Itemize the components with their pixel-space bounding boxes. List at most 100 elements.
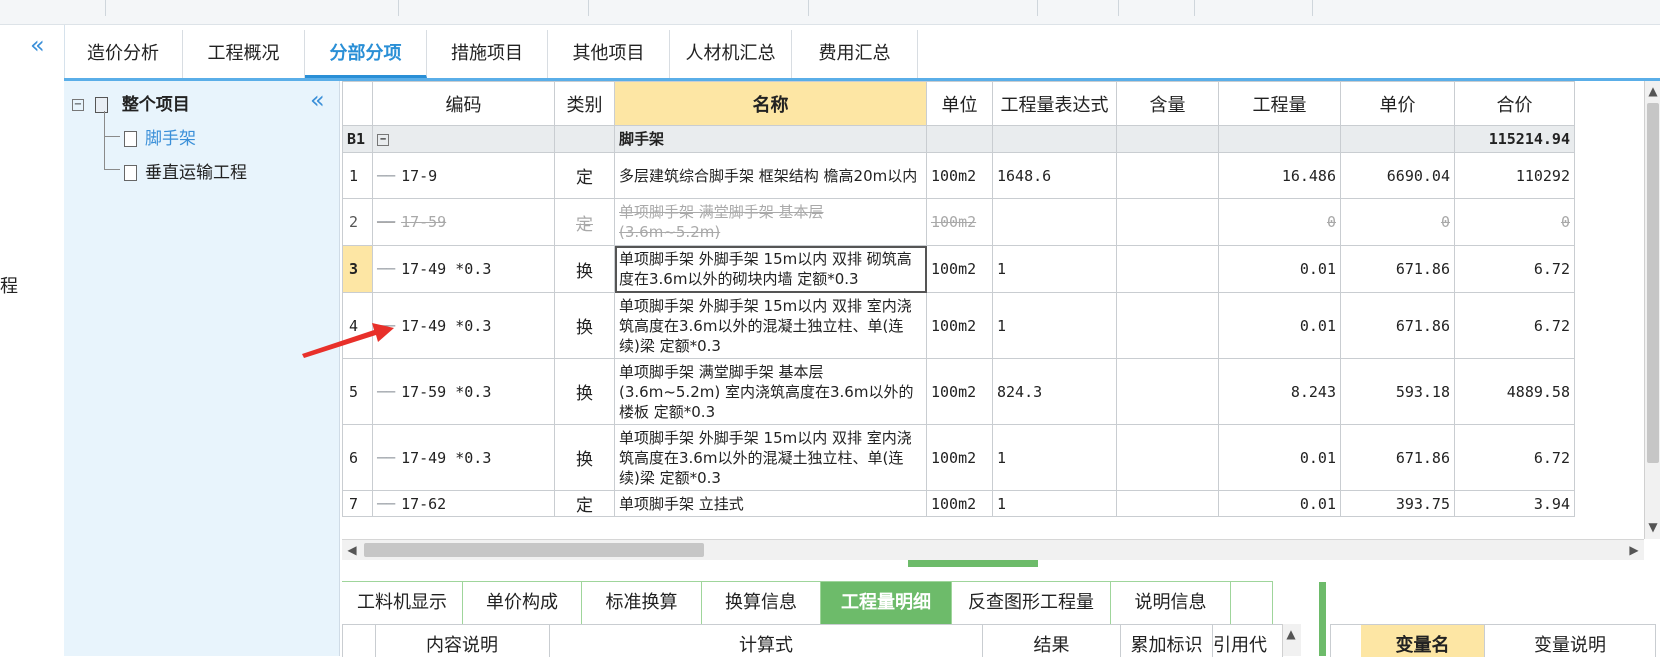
table-row[interactable]: 1 ── 17-9 定 多层建筑综合脚手架 框架结构 檐高20m以内 100m2 … — [342, 152, 1575, 199]
group-toggle[interactable]: − — [372, 125, 555, 153]
arrow-shape — [302, 323, 394, 358]
item-unit: 100m2 — [926, 424, 993, 491]
item-quantity: 0.01 — [1218, 292, 1341, 359]
col-header-name[interactable]: 名称 — [614, 81, 927, 126]
group-row[interactable]: B1 − 脚手架 115214.94 — [342, 125, 1575, 153]
col-header-formula[interactable]: 计算式 — [550, 624, 983, 657]
item-content[interactable] — [1116, 292, 1219, 359]
top-strip — [0, 0, 1660, 25]
tab-quantity-details[interactable]: 工程量明细 — [821, 582, 952, 624]
col-header-code[interactable]: 编码 — [372, 81, 555, 126]
tab-labor-material-display[interactable]: 工料机显示 — [342, 582, 463, 624]
item-price: 6690.04 — [1340, 152, 1455, 199]
table-row[interactable]: 7 ── 17-62 定 单项脚手架 立挂式 100m2 1 0.01 393.7… — [342, 490, 1575, 517]
col-header-content-desc[interactable]: 内容说明 — [375, 624, 550, 657]
item-expression[interactable]: 1 — [992, 245, 1117, 293]
bottom-splitter[interactable] — [1319, 582, 1326, 656]
col-header-reference[interactable]: 引用代 — [1213, 624, 1283, 657]
col-header-unit[interactable]: 单位 — [926, 81, 993, 126]
tab-cost-analysis[interactable]: 造价分析 — [64, 30, 183, 78]
item-quantity: 16.486 — [1218, 152, 1341, 199]
item-name[interactable]: 单项脚手架 外脚手架 15m以内 双排 室内浇筑高度在3.6m以外的混凝土独立柱… — [614, 292, 927, 359]
table-row-selected[interactable]: 3 ── 17-49 *0.3 换 单项脚手架 外脚手架 15m以内 双排 砌筑高… — [342, 245, 1575, 293]
quantity-detail-grid: 内容说明 计算式 结果 累加标识 引用代 — [342, 624, 1302, 657]
bottom-tab-bar: 工料机显示 单价构成 标准换算 换算信息 工程量明细 反查图形工程量 说明信息 — [342, 581, 1273, 625]
table-row[interactable]: 5 ── 17-59 *0.3 换 单项脚手架 满堂脚手架 基本层(3.6m~5.… — [342, 358, 1575, 425]
scroll-up-icon[interactable]: ▲ — [1283, 626, 1299, 642]
item-content[interactable] — [1116, 198, 1219, 246]
scroll-thumb[interactable] — [364, 543, 704, 557]
project-icon — [95, 97, 109, 113]
scroll-down-icon[interactable]: ▼ — [1645, 519, 1660, 535]
tree-item-vertical-transport[interactable]: 垂直运输工程 — [124, 158, 247, 183]
item-content[interactable] — [1116, 152, 1219, 199]
item-unit: 100m2 — [926, 490, 993, 517]
bottom-vertical-scrollbar[interactable]: ▲ — [1282, 624, 1301, 656]
item-unit: 100m2 — [926, 358, 993, 425]
scroll-up-icon[interactable]: ▲ — [1645, 83, 1660, 99]
item-expression[interactable] — [992, 198, 1117, 246]
col-header-variable-desc[interactable]: 变量说明 — [1485, 624, 1656, 657]
table-row[interactable]: 4 ── 17-49 *0.3 换 单项脚手架 外脚手架 15m以内 双排 室内浇… — [342, 292, 1575, 359]
item-code: 17-49 *0.3 — [401, 316, 492, 335]
scroll-right-icon[interactable]: ▶ — [1626, 542, 1642, 558]
grid-vertical-scrollbar[interactable]: ▲ ▼ — [1644, 81, 1660, 539]
item-name[interactable]: 单项脚手架 满堂脚手架 基本层(3.6m~5.2m) 室内浇筑高度在3.6m以外… — [614, 358, 927, 425]
col-header-content[interactable]: 含量 — [1116, 81, 1219, 126]
tab-standard-conversion[interactable]: 标准换算 — [582, 582, 702, 624]
item-code: 17-59 *0.3 — [401, 382, 492, 401]
panel-splitter[interactable] — [908, 560, 1038, 567]
document-icon — [124, 131, 137, 147]
tab-other-items[interactable]: 其他项目 — [548, 30, 670, 78]
variable-grid: 变量名 变量说明 — [1330, 624, 1660, 657]
item-quantity: 0.01 — [1218, 490, 1341, 517]
collapse-left-icon[interactable]: « — [30, 33, 45, 57]
tab-measures[interactable]: 措施项目 — [427, 30, 548, 78]
scroll-thumb[interactable] — [1647, 103, 1659, 463]
item-total: 110292 — [1454, 152, 1575, 199]
item-content[interactable] — [1116, 424, 1219, 491]
col-header-quantity[interactable]: 工程量 — [1218, 81, 1341, 126]
item-name[interactable]: 多层建筑综合脚手架 框架结构 檐高20m以内 — [614, 152, 927, 199]
item-name[interactable]: 单项脚手架 外脚手架 15m以内 双排 砌筑高度在3.6m以外的砌块内墙 定额*… — [614, 245, 927, 293]
table-row[interactable]: 6 ── 17-49 *0.3 换 单项脚手架 外脚手架 15m以内 双排 室内浇… — [342, 424, 1575, 491]
tree-item-scaffolding[interactable]: 脚手架 — [124, 124, 196, 149]
item-content[interactable] — [1116, 358, 1219, 425]
col-header-accumulate[interactable]: 累加标识 — [1121, 624, 1213, 657]
item-total: 6.72 — [1454, 245, 1575, 293]
scroll-left-icon[interactable]: ◀ — [344, 542, 360, 558]
item-content[interactable] — [1116, 245, 1219, 293]
item-price: 671.86 — [1340, 292, 1455, 359]
item-name[interactable]: 单项脚手架 满堂脚手架 基本层(3.6m~5.2m) — [614, 198, 927, 246]
item-name[interactable]: 单项脚手架 立挂式 — [614, 490, 927, 517]
item-expression[interactable]: 824.3 — [992, 358, 1117, 425]
item-expression[interactable]: 1 — [992, 424, 1117, 491]
tab-reverse-graphic-quantity[interactable]: 反查图形工程量 — [952, 582, 1111, 624]
col-header-expression[interactable]: 工程量表达式 — [992, 81, 1117, 126]
tree-root[interactable]: − 整个项目 — [72, 90, 190, 115]
item-expression[interactable]: 1648.6 — [992, 152, 1117, 199]
tab-fee-summary[interactable]: 费用汇总 — [792, 30, 918, 78]
collapse-node-icon[interactable]: − — [72, 99, 84, 111]
tab-sub-items[interactable]: 分部分项 — [305, 30, 427, 78]
tab-unit-price-composition[interactable]: 单价构成 — [463, 582, 582, 624]
item-name[interactable]: 单项脚手架 外脚手架 15m以内 双排 室内浇筑高度在3.6m以外的混凝土独立柱… — [614, 424, 927, 491]
item-expression[interactable]: 1 — [992, 490, 1117, 517]
item-content[interactable] — [1116, 490, 1219, 517]
collapse-group-icon[interactable]: − — [377, 133, 389, 146]
tab-description-info[interactable]: 说明信息 — [1111, 582, 1231, 624]
col-header-total[interactable]: 合价 — [1454, 81, 1575, 126]
project-tree: − 整个项目 脚手架 垂直运输工程 — [64, 81, 340, 656]
col-header-result[interactable]: 结果 — [983, 624, 1121, 657]
item-expression[interactable]: 1 — [992, 292, 1117, 359]
col-header-price[interactable]: 单价 — [1340, 81, 1455, 126]
tab-conversion-info[interactable]: 换算信息 — [702, 582, 821, 624]
tab-labor-material-summary[interactable]: 人材机汇总 — [670, 30, 792, 78]
item-quantity: 0.01 — [1218, 245, 1341, 293]
tab-project-overview[interactable]: 工程概况 — [183, 30, 305, 78]
col-header-type[interactable]: 类别 — [554, 81, 615, 126]
table-row[interactable]: 2 ── 17-59 定 单项脚手架 满堂脚手架 基本层(3.6m~5.2m) 1… — [342, 198, 1575, 246]
col-header-variable-name[interactable]: 变量名 — [1361, 624, 1485, 657]
collapse-tree-icon[interactable]: « — [310, 88, 325, 112]
grid-horizontal-scrollbar[interactable]: ◀ ▶ — [342, 539, 1644, 560]
